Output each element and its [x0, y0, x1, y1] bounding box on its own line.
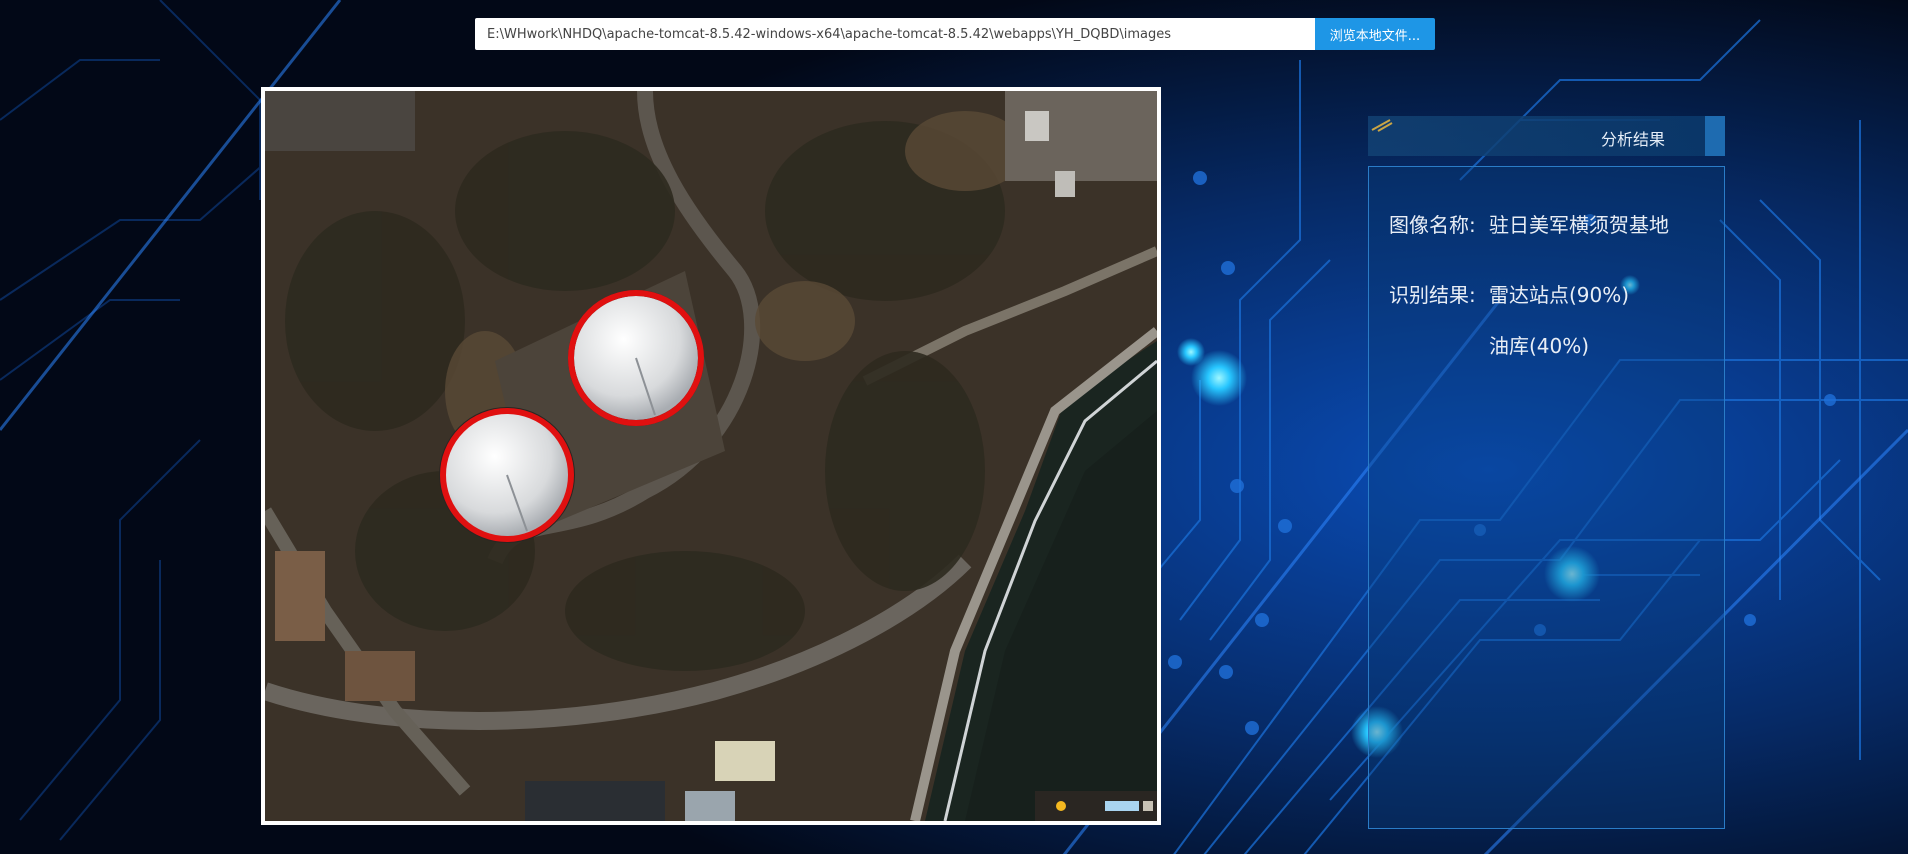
image-name-value: 驻日美军横须贺基地	[1489, 213, 1669, 237]
path-input[interactable]	[475, 18, 1315, 50]
path-bar: 浏览本地文件...	[475, 18, 1435, 50]
browse-local-file-button[interactable]: 浏览本地文件...	[1315, 18, 1435, 50]
image-name-row: 图像名称: 驻日美军横须贺基地	[1389, 209, 1669, 238]
header-accent	[1705, 116, 1725, 156]
result-panel: 图像名称: 驻日美军横须贺基地 识别结果: 雷达站点(90%) 油库(40%)	[1368, 166, 1725, 829]
result-label: 识别结果:	[1389, 283, 1476, 307]
image-name-label: 图像名称:	[1389, 213, 1476, 237]
result-row: 油库(40%)	[1389, 330, 1589, 359]
result-row: 识别结果: 雷达站点(90%)	[1389, 279, 1629, 308]
satellite-image	[265, 91, 1157, 821]
image-frame	[261, 87, 1161, 825]
header-slash-icon	[1371, 119, 1393, 132]
result-item: 油库(40%)	[1489, 334, 1590, 358]
result-item: 雷达站点(90%)	[1489, 283, 1630, 307]
result-panel-header: 分析结果	[1368, 116, 1725, 156]
panel-title: 分析结果	[1600, 130, 1665, 149]
